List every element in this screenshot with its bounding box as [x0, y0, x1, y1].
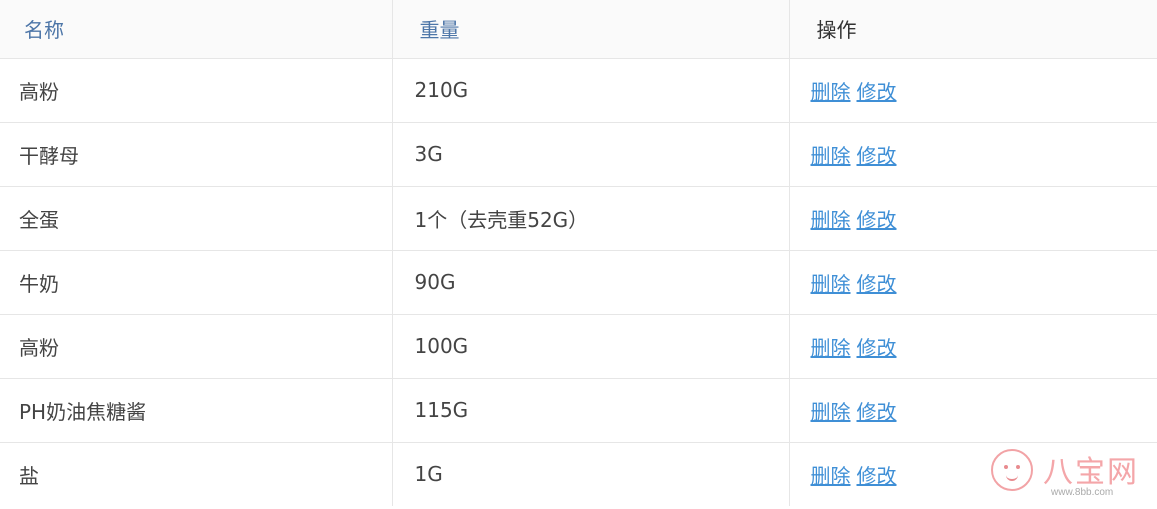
delete-link[interactable]: 删除	[811, 208, 851, 232]
table-row: 盐 1G 删除 修改	[0, 442, 1157, 506]
table-row: 全蛋 1个（去壳重52G） 删除 修改	[0, 186, 1157, 251]
cell-name: 全蛋	[0, 186, 393, 251]
edit-link[interactable]: 修改	[857, 80, 897, 104]
cell-actions: 删除 修改	[789, 58, 1157, 123]
baby-face-logo-icon	[991, 449, 1033, 491]
column-header-name[interactable]: 名称	[0, 0, 393, 59]
table-row: 干酵母 3G 删除 修改	[0, 122, 1157, 187]
header-row: 名称 重量 操作	[0, 0, 1157, 59]
table-row: 高粉 100G 删除 修改	[0, 314, 1157, 379]
table-row: 高粉 210G 删除 修改	[0, 58, 1157, 123]
cell-name: 盐	[0, 442, 393, 506]
edit-link[interactable]: 修改	[857, 400, 897, 424]
cell-weight: 1个（去壳重52G）	[392, 186, 790, 251]
cell-actions: 删除 修改	[789, 186, 1157, 251]
cell-name: 高粉	[0, 314, 393, 379]
cell-weight: 100G	[392, 314, 790, 379]
edit-link[interactable]: 修改	[857, 144, 897, 168]
watermark-title: 八宝网	[1043, 455, 1139, 490]
ingredient-table: 名称 重量 操作 高粉 210G 删除 修改 干酵母 3G 删除 修改 全蛋 1个（…	[0, 0, 1157, 506]
site-watermark: 八宝网 www.8bb.com	[991, 445, 1139, 505]
table-row: 牛奶 90G 删除 修改	[0, 250, 1157, 315]
edit-link[interactable]: 修改	[857, 208, 897, 232]
cell-weight: 1G	[392, 442, 790, 506]
cell-actions: 删除 修改	[789, 314, 1157, 379]
cell-name: 高粉	[0, 58, 393, 123]
cell-actions: 删除 修改	[789, 250, 1157, 315]
delete-link[interactable]: 删除	[811, 272, 851, 296]
edit-link[interactable]: 修改	[857, 272, 897, 296]
edit-link[interactable]: 修改	[857, 336, 897, 360]
cell-actions: 删除 修改	[789, 378, 1157, 443]
table-header: 名称 重量 操作	[0, 0, 1157, 59]
cell-weight: 210G	[392, 58, 790, 123]
table-body: 高粉 210G 删除 修改 干酵母 3G 删除 修改 全蛋 1个（去壳重52G） 删…	[0, 58, 1157, 506]
column-header-weight[interactable]: 重量	[392, 0, 790, 59]
delete-link[interactable]: 删除	[811, 464, 851, 488]
cell-weight: 90G	[392, 250, 790, 315]
table-row: PH奶油焦糖酱 115G 删除 修改	[0, 378, 1157, 443]
delete-link[interactable]: 删除	[811, 80, 851, 104]
cell-weight: 3G	[392, 122, 790, 187]
cell-name: 干酵母	[0, 122, 393, 187]
delete-link[interactable]: 删除	[811, 144, 851, 168]
delete-link[interactable]: 删除	[811, 400, 851, 424]
cell-name: 牛奶	[0, 250, 393, 315]
watermark-url: www.8bb.com	[1051, 487, 1114, 498]
cell-weight: 115G	[392, 378, 790, 443]
column-header-action: 操作	[789, 0, 1157, 59]
cell-actions: 删除 修改	[789, 122, 1157, 187]
delete-link[interactable]: 删除	[811, 336, 851, 360]
cell-name: PH奶油焦糖酱	[0, 378, 393, 443]
edit-link[interactable]: 修改	[857, 464, 897, 488]
